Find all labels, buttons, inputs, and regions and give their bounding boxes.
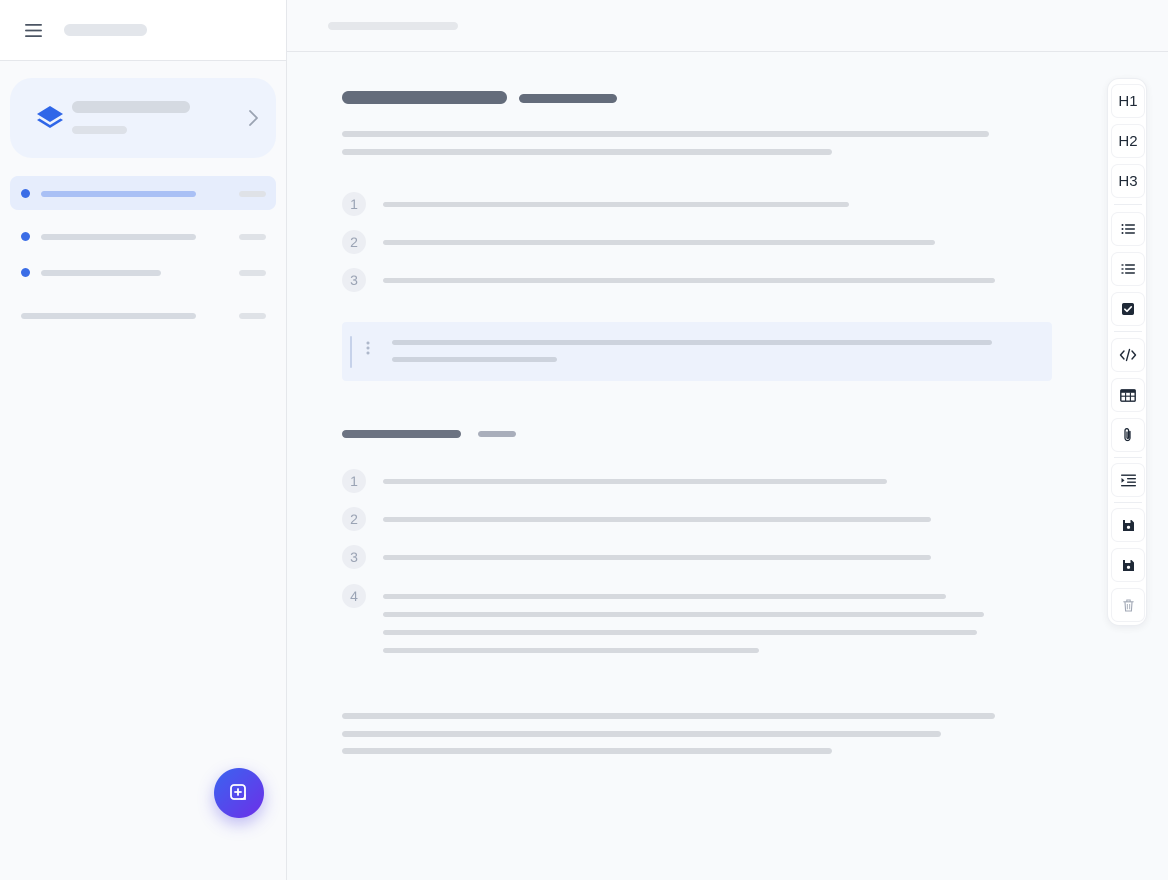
heading-2-button[interactable]: H2 bbox=[1111, 124, 1145, 158]
toolbar-divider bbox=[1114, 204, 1142, 205]
indent-icon bbox=[1120, 474, 1136, 486]
workspace-name-placeholder bbox=[72, 101, 190, 113]
list-item-line bbox=[383, 517, 931, 522]
sidebar-item-4[interactable] bbox=[10, 298, 276, 332]
new-note-icon bbox=[230, 784, 246, 800]
list-number: 1 bbox=[342, 192, 366, 216]
paragraph-line bbox=[342, 731, 941, 737]
toolbar-divider bbox=[1114, 457, 1142, 458]
sidebar-item-label-placeholder bbox=[21, 313, 196, 319]
quote-bar bbox=[350, 336, 352, 368]
list-item-line bbox=[383, 555, 931, 560]
table-icon bbox=[1120, 388, 1136, 402]
breadcrumb-placeholder bbox=[328, 22, 458, 30]
list-number: 3 bbox=[342, 268, 366, 292]
sidebar-item-label-placeholder bbox=[41, 234, 196, 240]
menu-button[interactable] bbox=[20, 18, 46, 42]
top-bar bbox=[287, 0, 1168, 52]
app-window: 1 2 3 1 2 3 4 H1 H2 H3 bbox=[0, 0, 1168, 880]
save-as-button[interactable] bbox=[1111, 548, 1145, 582]
bullet-list-icon bbox=[1121, 224, 1135, 234]
list-item-line bbox=[383, 240, 935, 245]
heading-1-button[interactable]: H1 bbox=[1111, 84, 1145, 118]
list-number: 2 bbox=[342, 230, 366, 254]
status-dot bbox=[21, 268, 30, 277]
list-number: 1 bbox=[342, 469, 366, 493]
attachment-icon bbox=[1124, 428, 1131, 442]
sidebar-item-3[interactable] bbox=[10, 255, 276, 289]
paragraph-line bbox=[342, 149, 832, 155]
new-note-button[interactable] bbox=[214, 768, 264, 818]
numbered-list-icon bbox=[1121, 264, 1135, 274]
sidebar-item-count-placeholder bbox=[239, 270, 266, 276]
sidebar-item-label-placeholder bbox=[41, 270, 161, 276]
workspace-card[interactable] bbox=[10, 78, 276, 158]
attachment-button[interactable] bbox=[1111, 418, 1145, 452]
quote-line bbox=[392, 357, 557, 362]
list-item-line bbox=[383, 278, 995, 283]
quote-block[interactable] bbox=[342, 322, 1052, 381]
paragraph-line bbox=[342, 748, 832, 754]
paragraph-line bbox=[342, 131, 989, 137]
checklist-button[interactable] bbox=[1111, 292, 1145, 326]
list-item-line bbox=[383, 648, 759, 653]
code-block-button[interactable] bbox=[1111, 338, 1145, 372]
sidebar-item-2[interactable] bbox=[10, 219, 276, 253]
sidebar-item-count-placeholder bbox=[239, 313, 266, 319]
sidebar-header bbox=[0, 0, 286, 61]
formatting-toolbar: H1 H2 H3 bbox=[1107, 78, 1147, 626]
document-title-suffix-placeholder bbox=[519, 94, 617, 103]
toolbar-divider bbox=[1114, 331, 1142, 332]
numbered-list-button[interactable] bbox=[1111, 252, 1145, 286]
indent-button[interactable] bbox=[1111, 463, 1145, 497]
sidebar-item-label-placeholder bbox=[41, 191, 196, 197]
heading-3-button[interactable]: H3 bbox=[1111, 164, 1145, 198]
status-dot bbox=[21, 232, 30, 241]
section-heading-suffix-placeholder bbox=[478, 431, 516, 437]
checkbox-icon bbox=[1122, 303, 1134, 315]
layers-icon bbox=[37, 106, 63, 128]
list-item-line bbox=[383, 202, 849, 207]
status-dot bbox=[21, 189, 30, 198]
list-item-line bbox=[383, 630, 977, 635]
quote-line bbox=[392, 340, 992, 345]
save-as-icon bbox=[1122, 559, 1134, 571]
sidebar-item-count-placeholder bbox=[239, 234, 266, 240]
code-icon bbox=[1119, 348, 1137, 362]
sidebar-item-1[interactable] bbox=[10, 176, 276, 210]
section-heading-placeholder bbox=[342, 430, 461, 438]
list-item-line bbox=[383, 612, 984, 617]
save-button[interactable] bbox=[1111, 508, 1145, 542]
list-item-line bbox=[383, 594, 946, 599]
list-number: 2 bbox=[342, 507, 366, 531]
list-number: 4 bbox=[342, 584, 366, 608]
sidebar-item-count-placeholder bbox=[239, 191, 266, 197]
sidebar-title-placeholder bbox=[64, 24, 147, 36]
toolbar-divider bbox=[1114, 502, 1142, 503]
save-icon bbox=[1122, 519, 1134, 531]
chevron-right-icon bbox=[249, 110, 258, 126]
document-title-placeholder bbox=[342, 91, 507, 104]
trash-icon bbox=[1122, 599, 1134, 612]
table-button[interactable] bbox=[1111, 378, 1145, 412]
workspace-subtitle-placeholder bbox=[72, 126, 127, 134]
list-number: 3 bbox=[342, 545, 366, 569]
delete-button[interactable] bbox=[1111, 588, 1145, 622]
drag-handle-icon[interactable] bbox=[362, 340, 374, 356]
list-item-line bbox=[383, 479, 887, 484]
hamburger-menu-icon bbox=[24, 23, 42, 37]
sidebar bbox=[0, 0, 287, 880]
paragraph-line bbox=[342, 713, 995, 719]
bullet-list-button[interactable] bbox=[1111, 212, 1145, 246]
